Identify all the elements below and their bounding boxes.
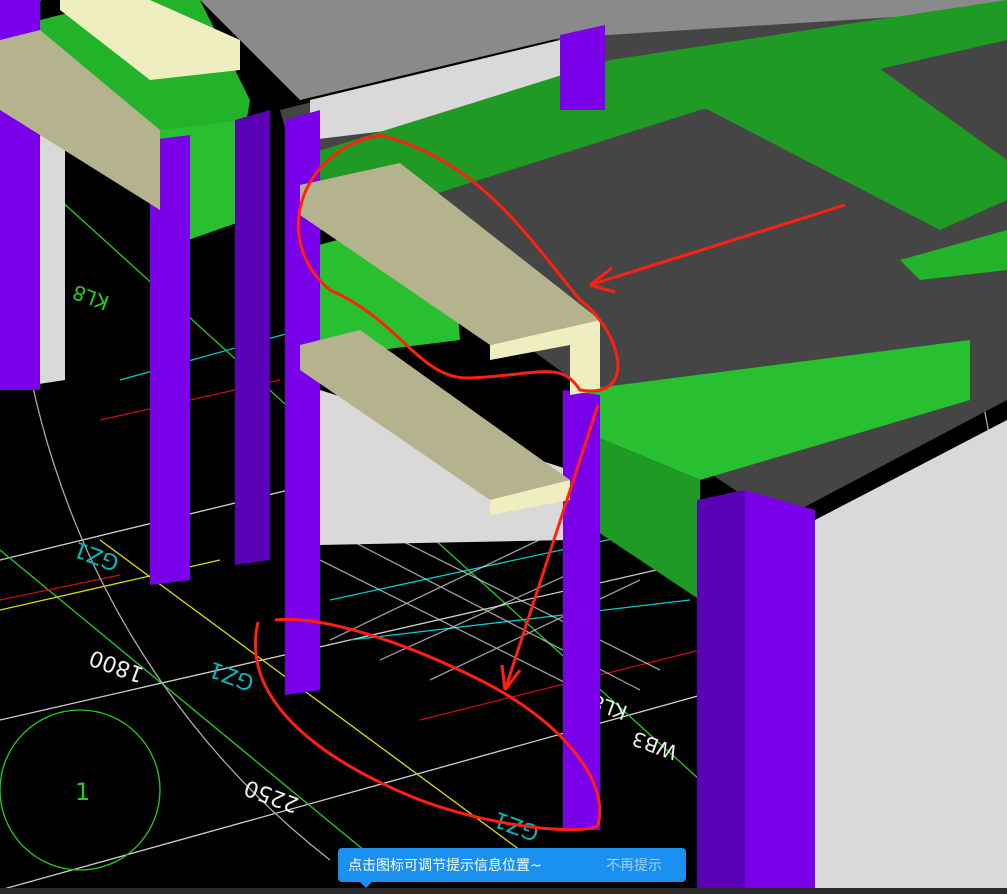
- hint-toast[interactable]: 点击图标可调节提示信息位置~ 不再提示: [338, 848, 686, 888]
- svg-text:1: 1: [75, 778, 90, 806]
- svg-text:1800: 1800: [86, 644, 147, 687]
- hint-message: 点击图标可调节提示信息位置~: [348, 858, 542, 874]
- dont-show-again-button[interactable]: 不再提示: [606, 855, 662, 875]
- svg-text:KL8: KL8: [69, 280, 112, 315]
- status-bar: [0, 888, 1007, 894]
- svg-text:GZ1: GZ1: [206, 656, 258, 695]
- svg-text:WB3: WB3: [629, 726, 681, 764]
- model-canvas[interactable]: GZ1 GZ1 GZ1 1800 2250 1 KL8 KL8 WB3: [0, 0, 1007, 894]
- svg-text:GZ1: GZ1: [71, 536, 123, 575]
- 3d-viewport[interactable]: GZ1 GZ1 GZ1 1800 2250 1 KL8 KL8 WB3 点击图标…: [0, 0, 1007, 894]
